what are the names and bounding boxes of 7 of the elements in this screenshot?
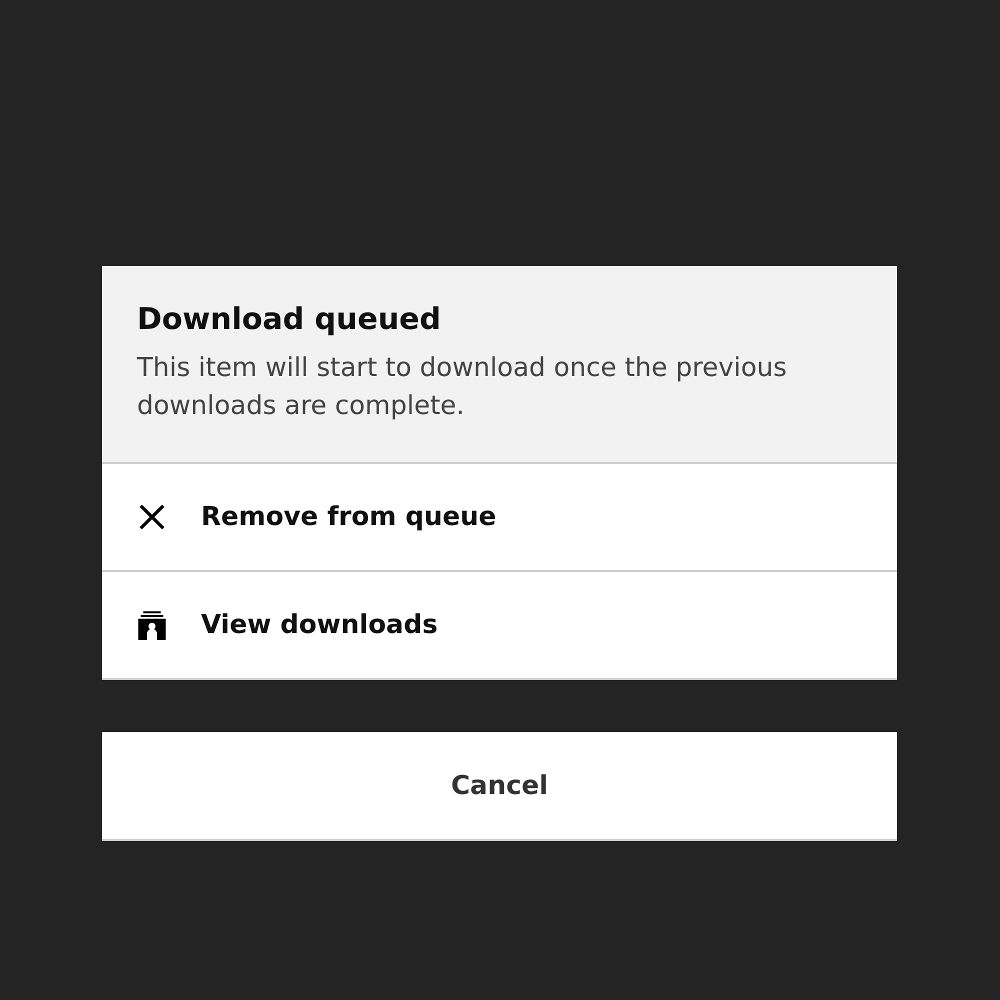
- menu-item[interactable]: View downloads: [102, 572, 897, 678]
- menu-item[interactable]: Remove from queue: [102, 464, 897, 572]
- stacked-tray-icon: [137, 610, 167, 640]
- dialog-message: This item will start to download once the previous downloads are complete.: [137, 352, 788, 423]
- dialog-title: Download queued: [137, 302, 442, 337]
- close-icon: [137, 502, 167, 532]
- cancel-button[interactable]: Cancel: [102, 732, 897, 841]
